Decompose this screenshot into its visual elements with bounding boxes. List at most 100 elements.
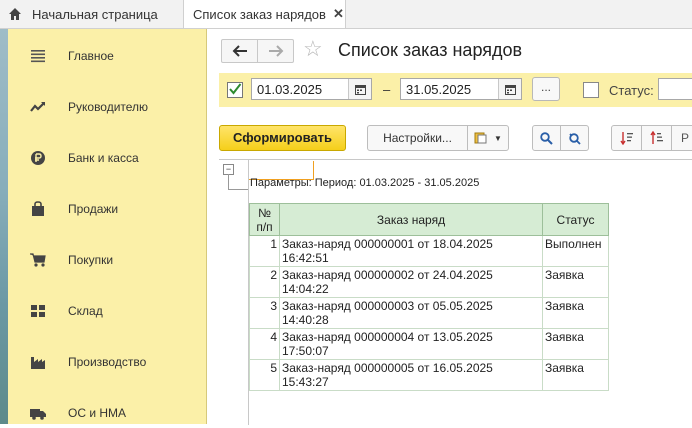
order-time: 14:40:28	[282, 313, 329, 327]
search-replace-button[interactable]	[560, 125, 589, 151]
sidebar-item-warehouse[interactable]: Склад	[8, 296, 206, 326]
more-button[interactable]: Р	[671, 125, 692, 151]
sidebar-item-production[interactable]: Производство	[8, 347, 206, 377]
tab-home-label: Начальная страница	[32, 6, 158, 22]
forward-button[interactable]	[257, 40, 293, 62]
select-period-button[interactable]: ...	[532, 77, 560, 101]
sort-descending-icon	[619, 132, 633, 145]
order-title: Заказ-наряд 000000001 от 18.04.2025	[282, 237, 493, 251]
report-area: − Параметры: Период: 01.03.2025 - 31.05.…	[219, 159, 692, 425]
calendar-icon	[354, 84, 366, 95]
calendar-icon	[504, 84, 516, 95]
sidebar-item-label: ОС и НМА	[68, 406, 127, 420]
search-button[interactable]	[532, 125, 561, 151]
sidebar: Главное Руководителю Банк и касса Продаж…	[8, 29, 207, 424]
generate-button[interactable]: Сформировать	[219, 125, 346, 151]
cart-icon	[30, 253, 46, 267]
close-icon[interactable]: ✕	[333, 6, 344, 22]
calendar-button[interactable]	[498, 79, 521, 99]
calendar-button[interactable]	[348, 79, 371, 99]
report-table: № п/п Заказ наряд Статус 1 Заказ-наряд 00…	[249, 203, 609, 391]
period-separator: –	[383, 82, 391, 97]
tab-order-list-label: Список заказ нарядов	[193, 6, 326, 22]
order-cell[interactable]: Заказ-наряд 000000002 от 24.04.2025 14:04…	[279, 266, 543, 298]
checkmark-icon	[229, 83, 242, 95]
column-header-num: № п/п	[249, 203, 280, 236]
filter-bar: 01.03.2025 – 31.05.2025 ... Статус:	[219, 73, 692, 107]
toolbar: Сформировать Настройки... ▼ Р	[219, 125, 692, 151]
order-time: 15:43:27	[282, 375, 329, 389]
sidebar-item-main[interactable]: Главное	[8, 41, 206, 71]
date-to-field[interactable]: 31.05.2025	[400, 78, 522, 100]
order-cell[interactable]: Заказ-наряд 000000004 от 13.05.2025 17:50…	[279, 328, 543, 360]
tab-bar: Начальная страница Список заказ нарядов …	[0, 0, 692, 29]
order-title: Заказ-наряд 000000004 от 13.05.2025	[282, 330, 493, 344]
order-cell[interactable]: Заказ-наряд 000000005 от 16.05.2025 15:43…	[279, 359, 543, 391]
sidebar-item-label: Продажи	[68, 202, 119, 216]
table-row[interactable]: 3 Заказ-наряд 000000003 от 05.05.2025 14:…	[249, 297, 609, 329]
status-checkbox[interactable]	[583, 82, 599, 98]
row-number: 3	[249, 297, 280, 329]
status-label: Статус:	[609, 83, 654, 98]
sidebar-item-manager[interactable]: Руководителю	[8, 92, 206, 122]
tab-home[interactable]: Начальная страница	[8, 0, 178, 28]
order-time: 17:50:07	[282, 344, 329, 358]
date-from-value: 01.03.2025	[257, 81, 323, 97]
status-field[interactable]	[658, 78, 692, 100]
tree-line	[228, 189, 248, 190]
date-from-field[interactable]: 01.03.2025	[251, 78, 372, 100]
row-number: 5	[249, 359, 280, 391]
shopping-bag-icon	[32, 201, 44, 216]
sidebar-item-label: Банк и касса	[68, 151, 139, 165]
table-row[interactable]: 5 Заказ-наряд 000000005 от 16.05.2025 15:…	[249, 359, 609, 391]
period-checkbox[interactable]	[227, 82, 243, 98]
arrow-left-icon	[232, 45, 247, 57]
order-title: Заказ-наряд 000000003 от 05.05.2025	[282, 299, 493, 313]
sidebar-item-sales[interactable]: Продажи	[8, 194, 206, 224]
sidebar-item-label: Производство	[68, 355, 147, 369]
table-row[interactable]: 2 Заказ-наряд 000000002 от 24.04.2025 14:…	[249, 266, 609, 298]
navigation-buttons	[221, 39, 294, 63]
status-cell: Заявка	[542, 328, 609, 360]
arrow-right-icon	[268, 45, 283, 57]
order-title: Заказ-наряд 000000002 от 24.04.2025	[282, 268, 493, 282]
sort-ascending-icon	[649, 131, 663, 144]
table-row[interactable]: 1 Заказ-наряд 000000001 от 18.04.2025 16:…	[249, 235, 609, 267]
sidebar-item-label: Главное	[68, 49, 114, 63]
factory-icon	[31, 357, 45, 369]
sort-descending-button[interactable]	[611, 125, 642, 151]
home-icon	[9, 8, 21, 20]
sort-ascending-button[interactable]	[641, 125, 672, 151]
back-button[interactable]	[222, 40, 257, 62]
table-row[interactable]: 4 Заказ-наряд 000000004 от 13.05.2025 17:…	[249, 328, 609, 360]
tree-line	[228, 174, 229, 189]
order-time: 16:42:51	[282, 251, 329, 265]
search-icon	[540, 131, 553, 145]
column-header-order: Заказ наряд	[279, 203, 543, 236]
search-refresh-icon	[568, 132, 581, 145]
sidebar-item-label: Склад	[68, 304, 103, 318]
settings-button[interactable]: Настройки...	[367, 125, 468, 151]
sidebar-item-bank[interactable]: Банк и касса	[8, 143, 206, 173]
favorite-star-icon[interactable]: ☆	[303, 37, 323, 61]
row-number: 1	[249, 235, 280, 267]
variants-dropdown-button[interactable]: ▼	[467, 125, 509, 151]
row-number: 4	[249, 328, 280, 360]
report-parameters: Параметры: Период: 01.03.2025 - 31.05.20…	[250, 177, 480, 189]
status-cell: Заявка	[542, 266, 609, 298]
sidebar-item-label: Покупки	[68, 253, 114, 267]
order-cell[interactable]: Заказ-наряд 000000001 от 18.04.2025 16:42…	[279, 235, 543, 267]
truck-icon	[30, 409, 46, 420]
ruble-coin-icon	[31, 151, 45, 165]
order-cell[interactable]: Заказ-наряд 000000003 от 05.05.2025 14:40…	[279, 297, 543, 329]
chevron-down-icon: ▼	[494, 133, 502, 143]
sidebar-item-purchases[interactable]: Покупки	[8, 245, 206, 275]
row-number: 2	[249, 266, 280, 298]
column-header-status: Статус	[542, 203, 609, 236]
warehouse-grid-icon	[31, 305, 45, 317]
tab-order-list[interactable]: Список заказ нарядов ✕	[183, 0, 346, 28]
sidebar-item-label: Руководителю	[68, 100, 149, 114]
order-time: 14:04:22	[282, 282, 329, 296]
status-cell: Заявка	[542, 297, 609, 329]
table-header-row: № п/п Заказ наряд Статус	[249, 203, 609, 236]
